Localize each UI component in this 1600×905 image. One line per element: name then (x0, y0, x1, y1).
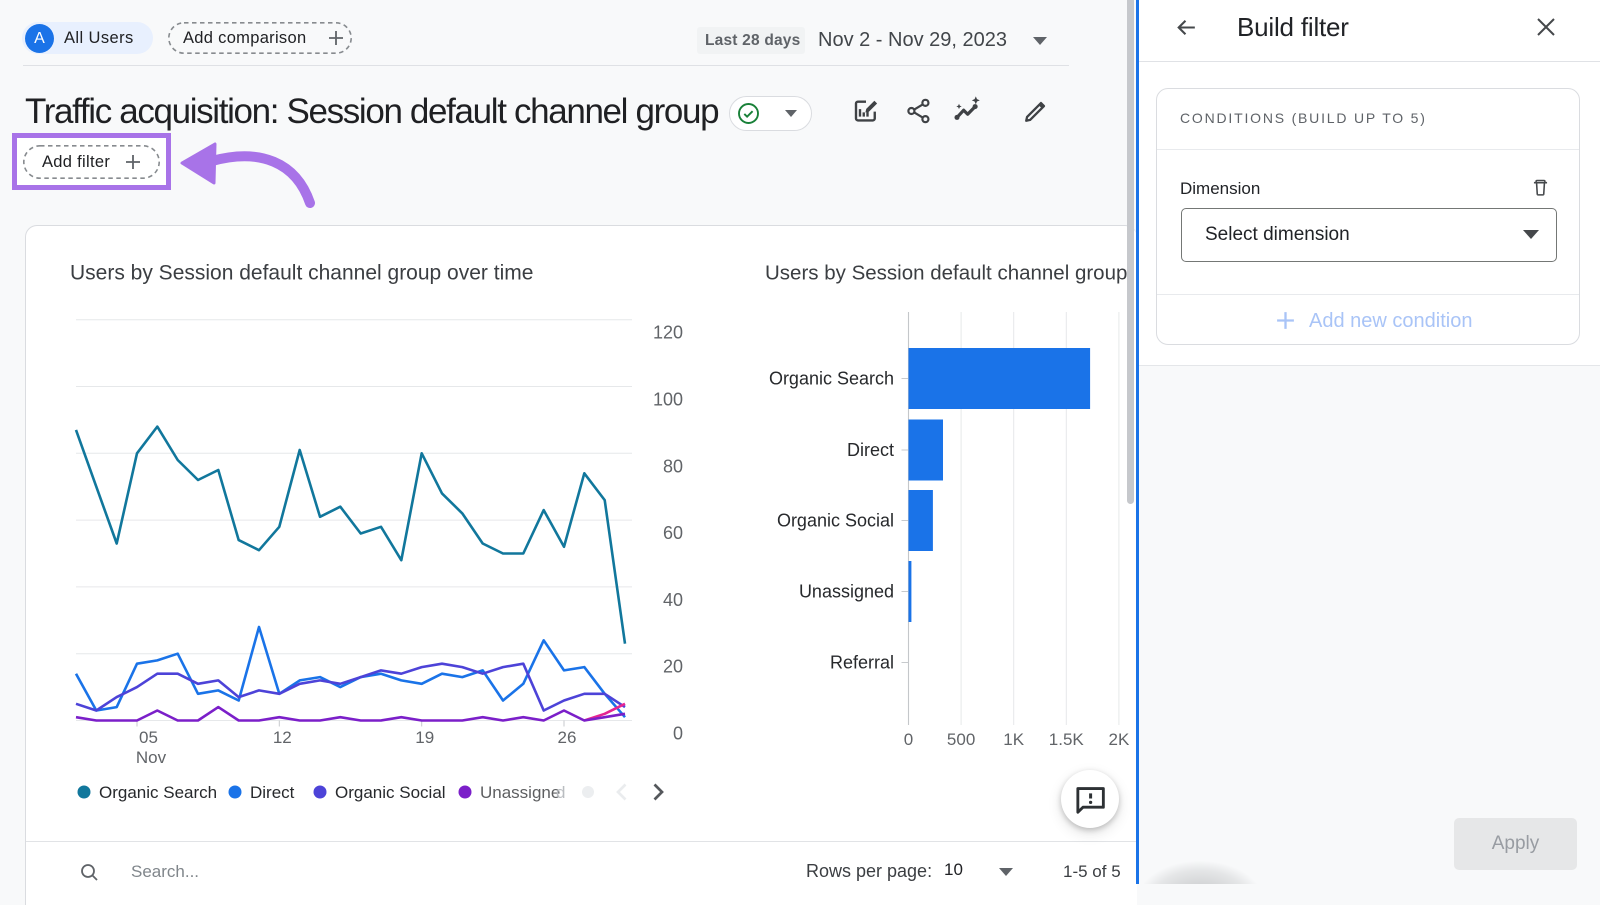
svg-text:60: 60 (663, 523, 683, 543)
svg-text:05: 05 (139, 728, 158, 747)
svg-text:0: 0 (904, 730, 913, 749)
svg-text:1.5K: 1.5K (1049, 730, 1085, 749)
svg-text:26: 26 (558, 728, 577, 747)
svg-text:Organic Search: Organic Search (99, 783, 217, 802)
svg-text:Organic Social: Organic Social (777, 511, 894, 531)
svg-text:2K: 2K (1109, 730, 1130, 749)
svg-text:Referral: Referral (830, 653, 894, 673)
svg-text:500: 500 (947, 730, 975, 749)
svg-text:Organic Search: Organic Search (769, 369, 894, 389)
svg-text:12: 12 (273, 728, 292, 747)
svg-text:Direct: Direct (250, 783, 295, 802)
svg-text:Unassigned: Unassigned (799, 582, 894, 602)
svg-text:d: d (556, 783, 565, 802)
svg-text:Users by Session default chann: Users by Session default channel group (765, 262, 1127, 285)
svg-text:Direct: Direct (847, 440, 894, 460)
svg-text:19: 19 (415, 728, 434, 747)
svg-text:Organic Social: Organic Social (335, 783, 446, 802)
svg-text:1K: 1K (1003, 730, 1024, 749)
svg-text:Users by Session default chann: Users by Session default channel group o… (70, 262, 533, 285)
svg-text:Unassigne: Unassigne (480, 783, 560, 802)
svg-text:80: 80 (663, 456, 683, 476)
svg-text:20: 20 (663, 657, 683, 677)
svg-text:100: 100 (653, 390, 683, 410)
svg-text:0: 0 (673, 724, 683, 744)
svg-text:120: 120 (653, 323, 683, 343)
svg-text:Nov: Nov (136, 748, 167, 767)
svg-text:40: 40 (663, 590, 683, 610)
